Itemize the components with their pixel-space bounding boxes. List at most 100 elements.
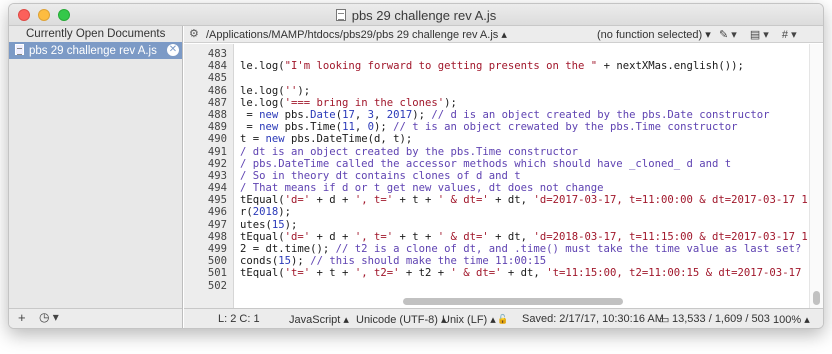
code-token-plain: ,: [374, 108, 387, 121]
code-token-string: '=== bring in the clones': [284, 96, 445, 109]
file-path-menu[interactable]: /Applications/MAMP/htdocs/pbs29/pbs 29 c…: [206, 28, 507, 41]
code-token-plain: tEqual(: [240, 194, 285, 207]
code-line[interactable]: conds(15); // this should make the time …: [240, 255, 809, 267]
code-token-keyword: new: [259, 108, 279, 121]
lock-icon[interactable]: 🔓: [497, 314, 508, 325]
documents-sidebar: Currently Open Documents pbs 29 challeng…: [9, 26, 183, 328]
zoom-menu[interactable]: 100% ▴: [773, 313, 810, 326]
code-line[interactable]: = new pbs.Date(17, 3, 2017); // d is an …: [240, 109, 809, 121]
code-token-plain: r(: [240, 206, 253, 219]
code-line[interactable]: le.log('=== bring in the clones');: [240, 97, 809, 109]
language-menu[interactable]: JavaScript ▴: [289, 313, 349, 326]
function-menu[interactable]: (no function selected) ▾: [597, 28, 711, 41]
code-token-keyword: Date: [310, 108, 336, 121]
code-token-keyword: new: [259, 121, 279, 134]
code-token-plain: =: [240, 121, 260, 134]
document-counts: 13,533 / 1,609 / 503: [672, 313, 770, 325]
code-line[interactable]: le.log("I'm looking forward to getting p…: [240, 60, 809, 72]
line-number: 490: [207, 133, 227, 146]
line-number: 484: [207, 60, 227, 73]
encoding-menu[interactable]: Unicode (UTF-8) ▴: [356, 313, 446, 326]
title-bar: pbs 29 challenge rev A.js: [9, 4, 823, 26]
code-line[interactable]: le.log('');: [240, 85, 809, 97]
document-icon: [15, 44, 24, 55]
vertical-scroll-thumb[interactable]: [813, 291, 820, 305]
code-token-comment: // t is an object crewated by the pbs.Ti…: [393, 121, 738, 134]
code-token-string: '': [284, 84, 298, 97]
line-number: 491: [207, 145, 227, 158]
editor-window: pbs 29 challenge rev A.js Currently Open…: [8, 3, 824, 329]
code-token-plain: le.log(: [240, 96, 285, 109]
code-text-area[interactable]: le.log("I'm looking forward to getting p…: [235, 44, 809, 308]
code-token-plain: 2 = dt.time();: [240, 243, 336, 255]
code-token-comment: / That means if d or t get new values, d…: [240, 182, 604, 195]
marker-menu-icon[interactable]: ✎ ▾: [719, 29, 737, 41]
add-document-button[interactable]: +: [18, 310, 26, 325]
code-line[interactable]: [240, 72, 809, 84]
line-number: 501: [207, 267, 227, 280]
cursor-position[interactable]: L: 2 C: 1: [218, 313, 260, 325]
code-line[interactable]: / That means if d or t get new values, d…: [240, 182, 809, 194]
code-line[interactable]: t = new pbs.DateTime(d, t);: [240, 133, 809, 145]
code-token-plain: le.log(: [240, 84, 285, 97]
line-number: 487: [207, 96, 227, 109]
number-menu-icon[interactable]: # ▾: [782, 29, 797, 41]
code-line[interactable]: 2 = dt.time(); // t2 is a clone of dt, a…: [240, 243, 809, 255]
close-document-icon[interactable]: ✕: [167, 44, 179, 56]
code-token-number: 15: [278, 255, 292, 268]
code-token-plain: );: [297, 84, 311, 97]
code-line[interactable]: [240, 280, 809, 292]
code-token-keyword: new: [265, 133, 285, 146]
code-line[interactable]: tEqual('t=' + t + ', t2=' + t2 + ' & dt=…: [240, 267, 809, 279]
code-token-plain: + t +: [310, 267, 355, 280]
recent-documents-menu[interactable]: ◷ ▾: [39, 310, 59, 324]
code-token-comment: // d is an object created by the pbs.Dat…: [431, 108, 770, 121]
navigation-bar: ⚙ /Applications/MAMP/htdocs/pbs29/pbs 29…: [184, 26, 823, 54]
code-token-comment: / dt is an object created by the pbs.Tim…: [240, 145, 579, 158]
horizontal-scrollbar[interactable]: [403, 298, 623, 305]
code-token-plain: + t2 +: [399, 267, 451, 280]
line-number: 499: [207, 243, 227, 255]
code-line[interactable]: / pbs.DateTime called the accessor metho…: [240, 158, 809, 170]
sidebar-item-label: pbs 29 challenge rev A.js: [29, 45, 157, 57]
code-token-plain: pbs.: [278, 108, 311, 121]
vertical-scrollbar[interactable]: [809, 44, 823, 308]
code-line[interactable]: tEqual('d=' + d + ', t=' + t + ' & dt=' …: [240, 194, 809, 206]
code-token-plain: + t +: [393, 230, 438, 243]
code-token-string: ' & dt=': [437, 194, 489, 207]
code-token-comment: // t2 is a clone of dt, and .time() must…: [335, 243, 802, 255]
code-line[interactable]: [240, 48, 809, 60]
sidebar-item-document[interactable]: pbs 29 challenge rev A.js ✕: [9, 42, 182, 59]
code-line[interactable]: = new pbs.Time(11, 0); // t is an object…: [240, 121, 809, 133]
code-editor[interactable]: 483 484 485 486 487 488 489 490 491 492 493 494 495 4…: [184, 44, 823, 308]
code-token-plain: + dt,: [488, 194, 534, 207]
line-number: 497: [207, 218, 227, 231]
document-menu-icon[interactable]: ▤ ▾: [750, 29, 769, 41]
code-token-number: 2017: [386, 108, 413, 121]
document-icon: ▭: [659, 314, 670, 326]
code-token-plain: );: [278, 206, 292, 219]
code-line[interactable]: r(2018);: [240, 206, 809, 218]
code-line[interactable]: utes(15);: [240, 219, 809, 231]
line-endings-menu[interactable]: Unix (LF) ▴: [442, 313, 496, 326]
code-token-plain: tEqual(: [240, 267, 285, 280]
sidebar-footer: + ◷ ▾: [9, 308, 182, 328]
code-token-string: ', t2=': [354, 267, 400, 280]
code-token-string: 'd=2018-03-17, t=11:15:00 & dt=2017-03-1…: [533, 230, 809, 243]
code-token-plain: + t +: [393, 194, 438, 207]
code-token-number: 2018: [252, 206, 279, 219]
line-number: 494: [207, 182, 227, 195]
code-line[interactable]: / So in theory dt contains clones of d a…: [240, 170, 809, 182]
line-number: 496: [207, 206, 227, 219]
code-token-string: 't=11:15:00, t2=11:00:15 & dt=2017-03-17…: [546, 267, 809, 280]
code-line[interactable]: / dt is an object created by the pbs.Tim…: [240, 146, 809, 158]
line-number: 502: [207, 279, 227, 292]
gear-icon[interactable]: ⚙: [189, 27, 199, 40]
code-token-comment: / So in theory dt contains clones of d a…: [240, 169, 521, 182]
code-token-plain: t =: [240, 133, 266, 146]
line-number: 492: [207, 157, 227, 170]
line-number: 495: [207, 194, 227, 207]
code-line[interactable]: tEqual('d=' + d + ', t=' + t + ' & dt=' …: [240, 231, 809, 243]
line-number: 488: [207, 108, 227, 121]
code-token-string: ' & dt=': [450, 267, 502, 280]
